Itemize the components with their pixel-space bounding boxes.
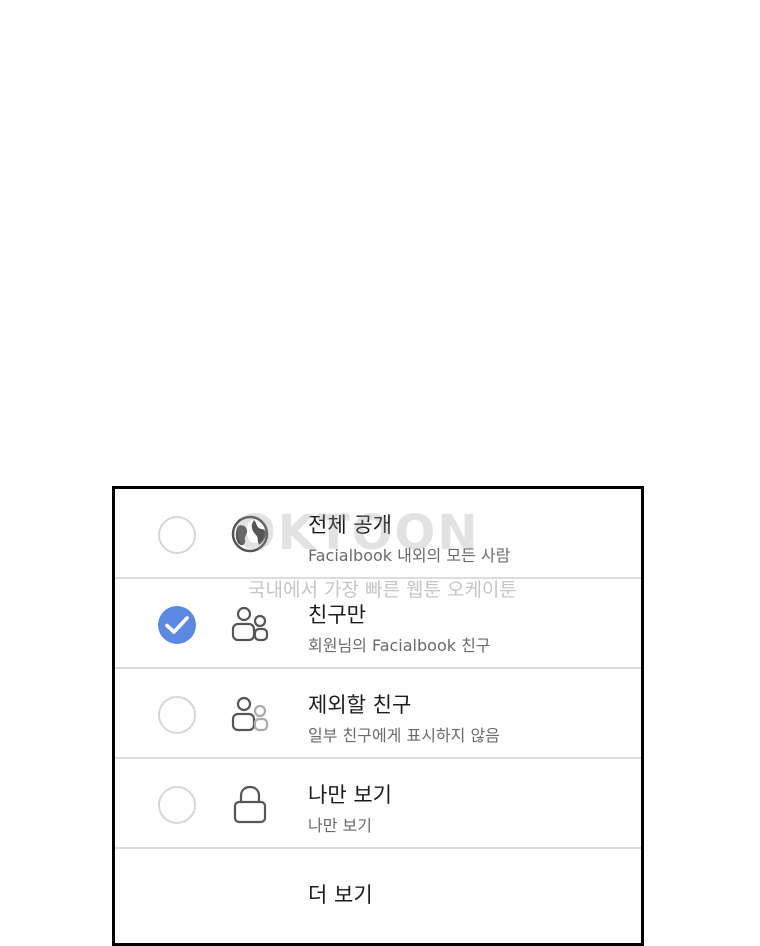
option-title: 제외할 친구 xyxy=(308,693,412,717)
lock-icon xyxy=(233,785,267,824)
option-subtitle: 일부 친구에게 표시하지 않음 xyxy=(308,726,500,745)
option-friends[interactable]: 친구만 회원님의 Facialbook 친구 xyxy=(115,579,641,669)
option-only-me[interactable]: 나만 보기 나만 보기 xyxy=(115,759,641,849)
more-label: 더 보기 xyxy=(308,883,373,907)
more-button[interactable]: 더 보기 xyxy=(115,849,641,939)
option-title: 전체 공개 xyxy=(308,513,392,537)
globe-icon xyxy=(231,515,269,553)
friends-except-icon xyxy=(231,696,269,732)
option-subtitle: 나만 보기 xyxy=(308,816,372,835)
option-title: 친구만 xyxy=(308,603,366,627)
friends-icon xyxy=(231,606,269,642)
option-subtitle: 회원님의 Facialbook 친구 xyxy=(308,636,491,655)
option-public[interactable]: 전체 공개 Facialbook 내외의 모든 사람 xyxy=(115,489,641,579)
radio-only-me[interactable] xyxy=(158,786,196,824)
radio-public[interactable] xyxy=(158,516,196,554)
radio-friends[interactable] xyxy=(158,606,196,644)
option-subtitle: Facialbook 내외의 모든 사람 xyxy=(308,546,511,565)
audience-selector-panel: 전체 공개 Facialbook 내외의 모든 사람 친구만 회원님의 Faci… xyxy=(112,486,644,946)
check-icon xyxy=(165,616,189,634)
option-title: 나만 보기 xyxy=(308,783,392,807)
radio-friends-except[interactable] xyxy=(158,696,196,734)
option-friends-except[interactable]: 제외할 친구 일부 친구에게 표시하지 않음 xyxy=(115,669,641,759)
